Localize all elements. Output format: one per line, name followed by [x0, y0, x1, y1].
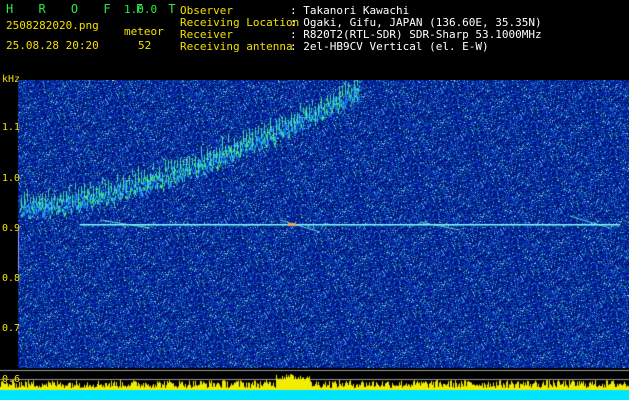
- antenna-value: : 2el-HB9CV Vertical (el. E-W): [290, 40, 489, 53]
- file-name: 2508282020.png: [6, 19, 99, 32]
- y-tick-label: 0.8: [2, 273, 21, 284]
- y-tick-label: 0.9: [2, 223, 21, 234]
- mode-label: meteor: [124, 25, 164, 38]
- spectrogram-panel: 1.1 1.0 0.9 0.8 0.7 0.6: [0, 80, 629, 400]
- y-tick-label: 0.6: [2, 374, 21, 385]
- app-version: 1.0.0: [124, 3, 158, 16]
- app-title: H R O F F T: [6, 2, 185, 16]
- y-tick-label: 0.7: [2, 323, 21, 334]
- y-tick-label: 1.0: [2, 173, 21, 184]
- spectrogram-canvas: [0, 80, 629, 400]
- antenna-label: Receiving antenna: [180, 40, 293, 53]
- y-tick-label: 1.1: [2, 122, 21, 133]
- capture-datetime: 25.08.28 20:20: [6, 39, 99, 52]
- meteor-count: 52: [138, 39, 152, 52]
- info-header: H R O F F T 1.0.0 2508282020.png 25.08.2…: [0, 0, 629, 58]
